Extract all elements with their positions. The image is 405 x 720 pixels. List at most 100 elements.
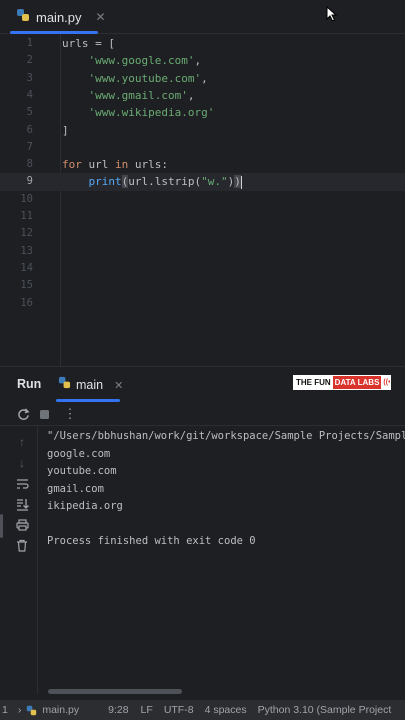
code-text: 'www.wikipedia.org' <box>62 104 215 121</box>
code-line[interactable]: 2 'www.google.com', <box>0 52 405 69</box>
code-text: ] <box>62 122 69 139</box>
code-text: 'www.youtube.com', <box>62 70 208 87</box>
code-text: print(url.lstrip("w.")) <box>62 173 242 190</box>
run-tab-main[interactable]: main ✕ <box>58 367 123 403</box>
editor-tab-bar: main.py ✕ <box>0 0 405 34</box>
python-file-icon <box>16 8 30 27</box>
line-number: 6 <box>26 123 33 136</box>
run-tab-label: main <box>76 378 104 392</box>
status-indent[interactable]: 4 spaces <box>199 704 252 716</box>
line-number: 7 <box>26 140 33 153</box>
stop-icon[interactable] <box>36 406 52 422</box>
status-caret-position[interactable]: 9:28 <box>84 704 133 716</box>
run-side-toolbar: ↑ ↓ <box>0 426 38 694</box>
more-options-icon[interactable]: ⋮ <box>62 406 78 422</box>
code-token: ] <box>62 123 69 137</box>
line-number: 9 <box>26 175 33 188</box>
code-line[interactable]: 13 <box>0 243 405 260</box>
status-line-separator[interactable]: LF <box>134 704 158 716</box>
status-encoding[interactable]: UTF-8 <box>158 704 199 716</box>
code-token: 'www.youtube.com' <box>88 71 202 85</box>
editor-tab-main-py[interactable]: main.py ✕ <box>10 0 112 34</box>
close-icon[interactable]: ✕ <box>96 10 106 24</box>
print-icon[interactable] <box>14 517 30 533</box>
code-token: url <box>81 158 115 172</box>
the-fun-data-labs-logo: THE FUN DATA LABS ((•)) <box>293 375 391 390</box>
code-token: , <box>194 54 202 68</box>
line-number: 8 <box>26 158 33 171</box>
line-number: 12 <box>20 227 33 240</box>
code-editor[interactable]: 1 urls = [2 'www.google.com', 3 'www.youtu… <box>0 34 405 366</box>
console-line: gmail.com <box>47 482 104 495</box>
soft-wrap-icon[interactable] <box>14 476 30 492</box>
status-interpreter[interactable]: Python 3.10 (Sample Project <box>252 704 397 716</box>
code-line[interactable]: 16 <box>0 295 405 312</box>
code-line[interactable]: 4 'www.gmail.com', <box>0 87 405 104</box>
arrow-down-icon[interactable]: ↓ <box>14 455 30 471</box>
code-token: url.lstrip( <box>128 175 202 189</box>
code-token: in <box>115 158 129 172</box>
code-token: 'www.wikipedia.org' <box>88 106 215 120</box>
line-number: 4 <box>26 88 33 101</box>
close-icon[interactable]: ✕ <box>114 379 123 392</box>
console-output[interactable]: "/Users/bbhushan/work/git/workspace/Samp… <box>47 428 405 688</box>
code-token: print <box>88 175 122 189</box>
code-line[interactable]: 15 <box>0 277 405 294</box>
code-line[interactable]: 14 <box>0 260 405 277</box>
code-text: urls = [ <box>62 35 115 52</box>
text-caret <box>240 175 242 189</box>
code-token: , <box>201 71 208 85</box>
line-number: 5 <box>26 106 33 119</box>
arrow-up-icon[interactable]: ↑ <box>14 434 30 450</box>
code-line[interactable]: 6] <box>0 122 405 139</box>
code-token: urls = [ <box>62 37 115 50</box>
console-line: "/Users/bbhushan/work/git/workspace/Samp… <box>47 430 405 442</box>
line-number: 10 <box>20 192 33 205</box>
code-line[interactable]: 5 'www.wikipedia.org' <box>0 104 405 121</box>
python-file-icon <box>26 705 37 716</box>
line-number: 2 <box>26 54 33 67</box>
editor-tab-label: main.py <box>36 9 82 25</box>
side-marker <box>0 514 3 538</box>
trash-icon[interactable] <box>14 537 30 553</box>
code-line[interactable]: 11 <box>0 208 405 225</box>
python-run-icon <box>58 376 71 394</box>
code-line[interactable]: 3 'www.youtube.com', <box>0 70 405 87</box>
console-line: ikipedia.org <box>47 500 123 512</box>
code-line[interactable]: 8 for url in urls: <box>0 156 405 173</box>
status-bar: 1 › main.py 9:28 LF UTF-8 4 spaces Pytho… <box>0 700 405 720</box>
scroll-to-end-icon[interactable] <box>14 496 30 512</box>
code-line[interactable]: 7 <box>0 139 405 156</box>
code-token: 'www.google.com' <box>88 54 195 68</box>
rerun-icon[interactable] <box>15 406 31 422</box>
run-toolbar: ⋮ <box>0 402 405 426</box>
line-number: 1 <box>26 37 33 49</box>
status-project-number[interactable]: 1 <box>0 704 13 716</box>
line-number: 16 <box>20 296 33 309</box>
console-line: youtube.com <box>47 465 117 477</box>
horizontal-scrollbar[interactable] <box>48 689 182 694</box>
code-line[interactable]: 9 print(url.lstrip("w.")) <box>0 173 405 191</box>
code-line[interactable]: 12 <box>0 225 405 242</box>
code-token: urls: <box>128 158 168 172</box>
console-line: Process finished with exit code 0 <box>47 535 256 547</box>
line-number: 14 <box>20 261 33 274</box>
line-number: 11 <box>20 210 33 222</box>
code-token: for <box>62 158 82 172</box>
code-line[interactable]: 1 urls = [ <box>0 35 405 52</box>
code-text: for url in urls: <box>62 156 168 173</box>
line-number: 13 <box>20 244 33 257</box>
code-token: 'www.gmail.com' <box>88 88 188 102</box>
status-file-name[interactable]: main.py <box>37 704 84 716</box>
code-line[interactable]: 10 <box>0 191 405 208</box>
code-text: 'www.gmail.com', <box>62 87 195 104</box>
line-number: 15 <box>20 279 33 292</box>
mouse-cursor-icon <box>326 5 338 27</box>
line-number: 3 <box>26 71 33 84</box>
